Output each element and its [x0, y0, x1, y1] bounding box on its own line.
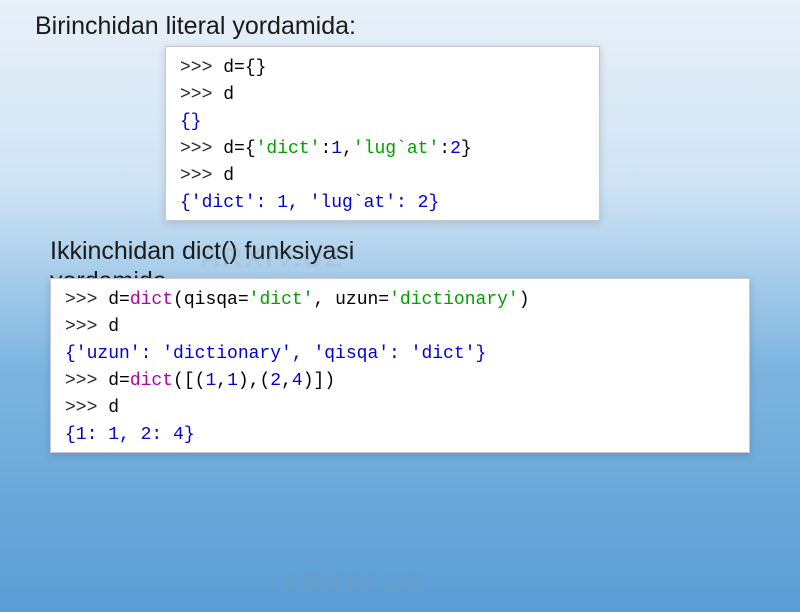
code-token: d= — [108, 371, 130, 391]
code-token: ),( — [238, 371, 270, 391]
code-token: )]) — [303, 371, 335, 391]
code-token: 'dictionary' — [389, 290, 519, 310]
code-line: >>> d={} — [180, 55, 585, 82]
code-token: ) — [519, 290, 530, 310]
code-token: (qisqa= — [173, 290, 249, 310]
code-line: >>> d — [65, 314, 735, 341]
code-token: d — [223, 85, 234, 105]
code-token: , — [342, 139, 353, 159]
heading-1: Birinchidan literal yordamida: — [35, 12, 800, 41]
code-token: >>> — [65, 371, 108, 391]
code-token: >>> — [65, 317, 108, 337]
code-token: dict — [130, 371, 173, 391]
code-token: 'dict' — [249, 290, 314, 310]
code-token: , — [281, 371, 292, 391]
code-token: 'lug`at' — [353, 139, 439, 159]
code-line: >>> d=dict(qisqa='dict', uzun='dictionar… — [65, 287, 735, 314]
code-token: : — [439, 139, 450, 159]
code-token: {'uzun': 'dictionary', 'qisqa': 'dict'} — [65, 344, 486, 364]
code-token: {1: 1, 2: 4} — [65, 425, 195, 445]
code-line: {'dict': 1, 'lug`at': 2} — [180, 190, 585, 217]
code-token: : — [320, 139, 331, 159]
code-token: {'dict': 1, 'lug`at': 2} — [180, 193, 439, 213]
code-token: 4 — [292, 371, 303, 391]
code-token: , uzun= — [313, 290, 389, 310]
code-token: 2 — [450, 139, 461, 159]
code-line: >>> d={'dict':1,'lug`at':2} — [180, 136, 585, 163]
code-token: 1 — [227, 371, 238, 391]
code-token: >>> — [65, 290, 108, 310]
code-token: >>> — [65, 398, 108, 418]
code-token: >>> — [180, 85, 223, 105]
code-token: 1 — [331, 139, 342, 159]
code-line: {'uzun': 'dictionary', 'qisqa': 'dict'} — [65, 341, 735, 368]
code-line: {1: 1, 2: 4} — [65, 422, 735, 449]
code-token: ([( — [173, 371, 205, 391]
code-token: d={ — [223, 139, 255, 159]
code-token: d= — [108, 290, 130, 310]
code-token: d — [108, 398, 119, 418]
code-token: 2 — [270, 371, 281, 391]
code-line: >>> d=dict([(1,1),(2,4)]) — [65, 368, 735, 395]
code-token: {} — [180, 112, 202, 132]
code-line: {} — [180, 109, 585, 136]
code-line: >>> d — [180, 82, 585, 109]
code-line: >>> d — [180, 163, 585, 190]
code-line: >>> d — [65, 395, 735, 422]
code-token: >>> — [180, 139, 223, 159]
code-token: d — [108, 317, 119, 337]
code-token: } — [461, 139, 472, 159]
code-token: 1 — [205, 371, 216, 391]
code-token: , — [216, 371, 227, 391]
code-token: d={} — [223, 58, 266, 78]
code-token: 'dict' — [256, 139, 321, 159]
code-token: >>> — [180, 58, 223, 78]
code-token: d — [223, 166, 234, 186]
watermark: ARXIV.UZ — [280, 567, 424, 599]
code-block-1: >>> d={}>>> d{}>>> d={'dict':1,'lug`at':… — [165, 46, 600, 221]
code-block-2: >>> d=dict(qisqa='dict', uzun='dictionar… — [50, 278, 750, 453]
heading-2-line1: Ikkinchidan dict() funksiyasi — [50, 237, 354, 265]
code-token: >>> — [180, 166, 223, 186]
code-token: dict — [130, 290, 173, 310]
